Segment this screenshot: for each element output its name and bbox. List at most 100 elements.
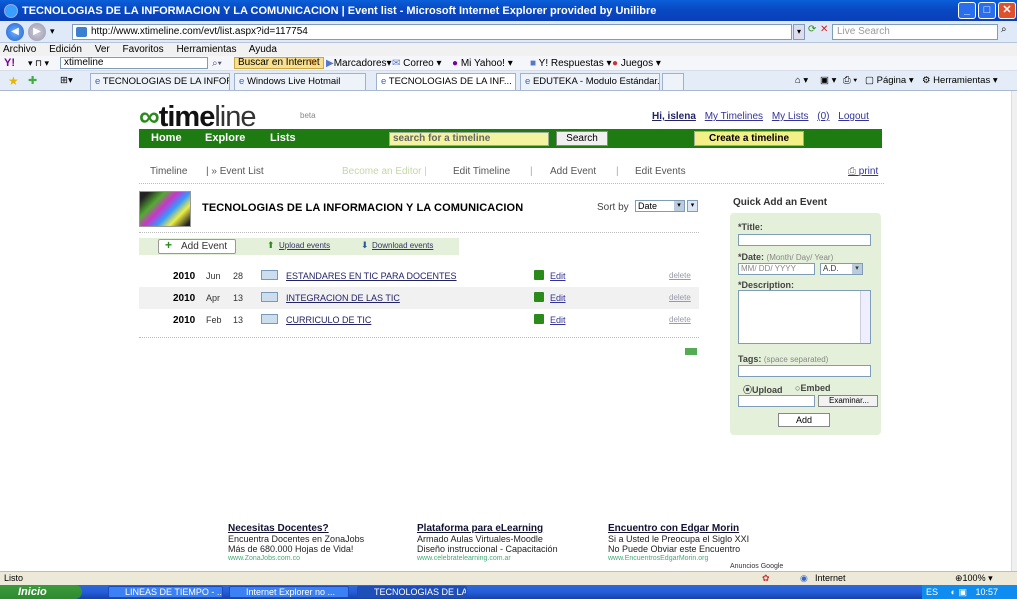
page-scrollbar[interactable] (1011, 91, 1017, 571)
browse-button[interactable]: Examinar... (818, 395, 878, 407)
subnav-become-editor[interactable]: Become an Editor | (342, 166, 427, 177)
subnav-event-list[interactable]: | » Event List (206, 166, 264, 177)
sort-select[interactable]: Date ▾ (635, 200, 685, 212)
subnav-edit-timeline[interactable]: Edit Timeline (453, 166, 510, 177)
yahoo-search-input[interactable]: xtimeline (60, 57, 208, 69)
event-edit-link[interactable]: Edit (550, 293, 566, 303)
yahoo-search-icon[interactable]: ⌕▾ (212, 56, 222, 71)
embed-radio[interactable]: ○Embed (795, 383, 830, 393)
games-menu[interactable]: ● Juegos ▾ (612, 56, 661, 71)
menu-favoritos[interactable]: Favoritos (123, 44, 164, 55)
ad-headline[interactable]: Encuentro con Edgar Morin (608, 523, 798, 534)
nav-explore[interactable]: Explore (205, 132, 245, 144)
minimize-button[interactable]: _ (958, 2, 976, 19)
upload-events-link[interactable]: Upload events (279, 241, 330, 250)
tab-tecnologias-active[interactable]: e TECNOLOGIAS DE LA INF... ✕ (376, 73, 516, 90)
security-icon[interactable]: ✿ (762, 572, 770, 585)
edit-icon[interactable] (534, 292, 544, 302)
era-select[interactable]: A.D. ▾ (820, 263, 863, 275)
create-timeline-button[interactable]: Create a timeline (694, 131, 804, 146)
task-tecnologias[interactable]: TECNOLOGIAS DE LA... (357, 586, 467, 598)
ad-url[interactable]: www.celebratelearning.com.ar (417, 554, 607, 563)
page-menu[interactable]: ▢ Página ▾ (865, 75, 914, 86)
home-icon[interactable]: ⌂ ▾ (795, 75, 808, 86)
quick-add-button[interactable]: Add (778, 413, 830, 427)
tab-eduteka[interactable]: e EDUTEKA - Modulo Estándar... (520, 73, 660, 90)
ad-headline[interactable]: Plataforma para eLearning (417, 523, 607, 534)
event-delete-link[interactable]: delete (669, 293, 691, 302)
tab-tecnologias-1[interactable]: e TECNOLOGIAS DE LA INFOR... (90, 73, 230, 90)
file-input[interactable] (738, 395, 815, 407)
print-toolbar-icon[interactable]: ⎙ ▾ (843, 75, 857, 86)
tab-close-icon[interactable]: ✕ (514, 76, 515, 87)
textarea-scrollbar[interactable] (860, 291, 870, 343)
forward-button[interactable]: ▶ (28, 23, 46, 41)
ad-block[interactable]: Necesitas Docentes? Encuentra Docentes e… (228, 523, 418, 563)
menu-ayuda[interactable]: Ayuda (249, 44, 277, 55)
menu-herramientas[interactable]: Herramientas (176, 44, 236, 55)
tray-icons[interactable]: ◐ ▣ (951, 587, 967, 597)
event-edit-link[interactable]: Edit (550, 315, 566, 325)
my-lists-link[interactable]: My Lists (772, 111, 809, 122)
my-yahoo-menu[interactable]: ● Mi Yahoo! ▾ (452, 56, 513, 71)
ad-block[interactable]: Plataforma para eLearning Armado Aulas V… (417, 523, 607, 563)
my-timelines-link[interactable]: My Timelines (705, 111, 763, 122)
task-ie[interactable]: Internet Explorer no ... (229, 586, 349, 598)
language-indicator[interactable]: ES (926, 587, 938, 597)
next-page-icon[interactable] (685, 348, 697, 355)
close-button[interactable]: ✕ (998, 2, 1016, 19)
yahoo-menu-icon[interactable]: ▾ ⊓ ▾ (28, 56, 49, 71)
menu-ver[interactable]: Ver (95, 44, 110, 55)
description-textarea[interactable] (738, 290, 871, 344)
task-lineas[interactable]: LINEAS DE TIEMPO - ... (108, 586, 223, 598)
subnav-timeline[interactable]: Timeline (150, 166, 187, 177)
event-media-icon[interactable] (261, 292, 278, 302)
address-input[interactable]: http://www.xtimeline.com/evt/list.aspx?i… (72, 24, 792, 40)
timeline-thumbnail[interactable] (139, 191, 191, 227)
sort-order-button[interactable]: ▾ (687, 200, 698, 212)
ad-url[interactable]: www.ZonaJobs.com.co (228, 554, 418, 563)
start-button[interactable]: Inicio (0, 585, 82, 599)
user-greeting[interactable]: Hi, islena (652, 111, 696, 122)
pencil-icon[interactable]: ✎ (308, 56, 316, 71)
refresh-icon[interactable]: ⟳ (808, 24, 816, 35)
ads-by-google-label[interactable]: Anuncios Google (730, 563, 783, 570)
search-icon[interactable]: ⌕ (1001, 24, 1007, 35)
menu-edicion[interactable]: Edición (49, 44, 82, 55)
event-edit-link[interactable]: Edit (550, 271, 566, 281)
tab-hotmail[interactable]: e Windows Live Hotmail (234, 73, 366, 90)
edit-icon[interactable] (534, 270, 544, 280)
maximize-button[interactable]: □ (978, 2, 996, 19)
event-name-link[interactable]: CURRICULO DE TIC (286, 315, 371, 325)
event-delete-link[interactable]: delete (669, 315, 691, 324)
back-button[interactable]: ◀ (6, 23, 24, 41)
bookmarks-menu[interactable]: ▶Marcadores▾ (326, 56, 392, 71)
ad-url[interactable]: www.EncuentrosEdgarMorin.org (608, 554, 798, 563)
nav-lists[interactable]: Lists (270, 132, 296, 144)
event-delete-link[interactable]: delete (669, 271, 691, 280)
event-media-icon[interactable] (261, 314, 278, 324)
history-dropdown-icon[interactable]: ▾ (50, 26, 55, 37)
tools-menu[interactable]: ⚙ Herramientas ▾ (922, 75, 998, 86)
timeline-search-input[interactable]: search for a timeline (389, 132, 549, 146)
feeds-icon[interactable]: ▣ ▾ (820, 75, 836, 86)
favorites-star-icon[interactable]: ★ (8, 74, 19, 88)
event-name-link[interactable]: ESTANDARES EN TIC PARA DOCENTES (286, 271, 457, 281)
mail-menu[interactable]: ✉ Correo ▾ (392, 56, 442, 71)
live-search-input[interactable]: Live Search (832, 24, 998, 40)
address-dropdown-icon[interactable]: ▾ (793, 24, 805, 40)
subnav-add-event[interactable]: Add Event (550, 166, 596, 177)
logout-link[interactable]: Logout (838, 111, 869, 122)
yahoo-logo-icon[interactable]: Y! (4, 56, 15, 71)
download-events-link[interactable]: Download events (372, 241, 433, 250)
zoom-control[interactable]: ⊕100% ▾ (955, 572, 993, 585)
new-tab-button[interactable] (662, 73, 684, 90)
event-media-icon[interactable] (261, 270, 278, 280)
ad-headline[interactable]: Necesitas Docentes? (228, 523, 418, 534)
nav-home[interactable]: Home (151, 132, 182, 144)
timeline-search-button[interactable]: Search (556, 131, 608, 146)
quick-tabs-icon[interactable]: ⊞▾ (60, 75, 73, 86)
date-input[interactable]: MM/ DD/ YYYY (738, 263, 815, 275)
menu-archivo[interactable]: Archivo (3, 44, 36, 55)
event-name-link[interactable]: INTEGRACION DE LAS TIC (286, 293, 400, 303)
